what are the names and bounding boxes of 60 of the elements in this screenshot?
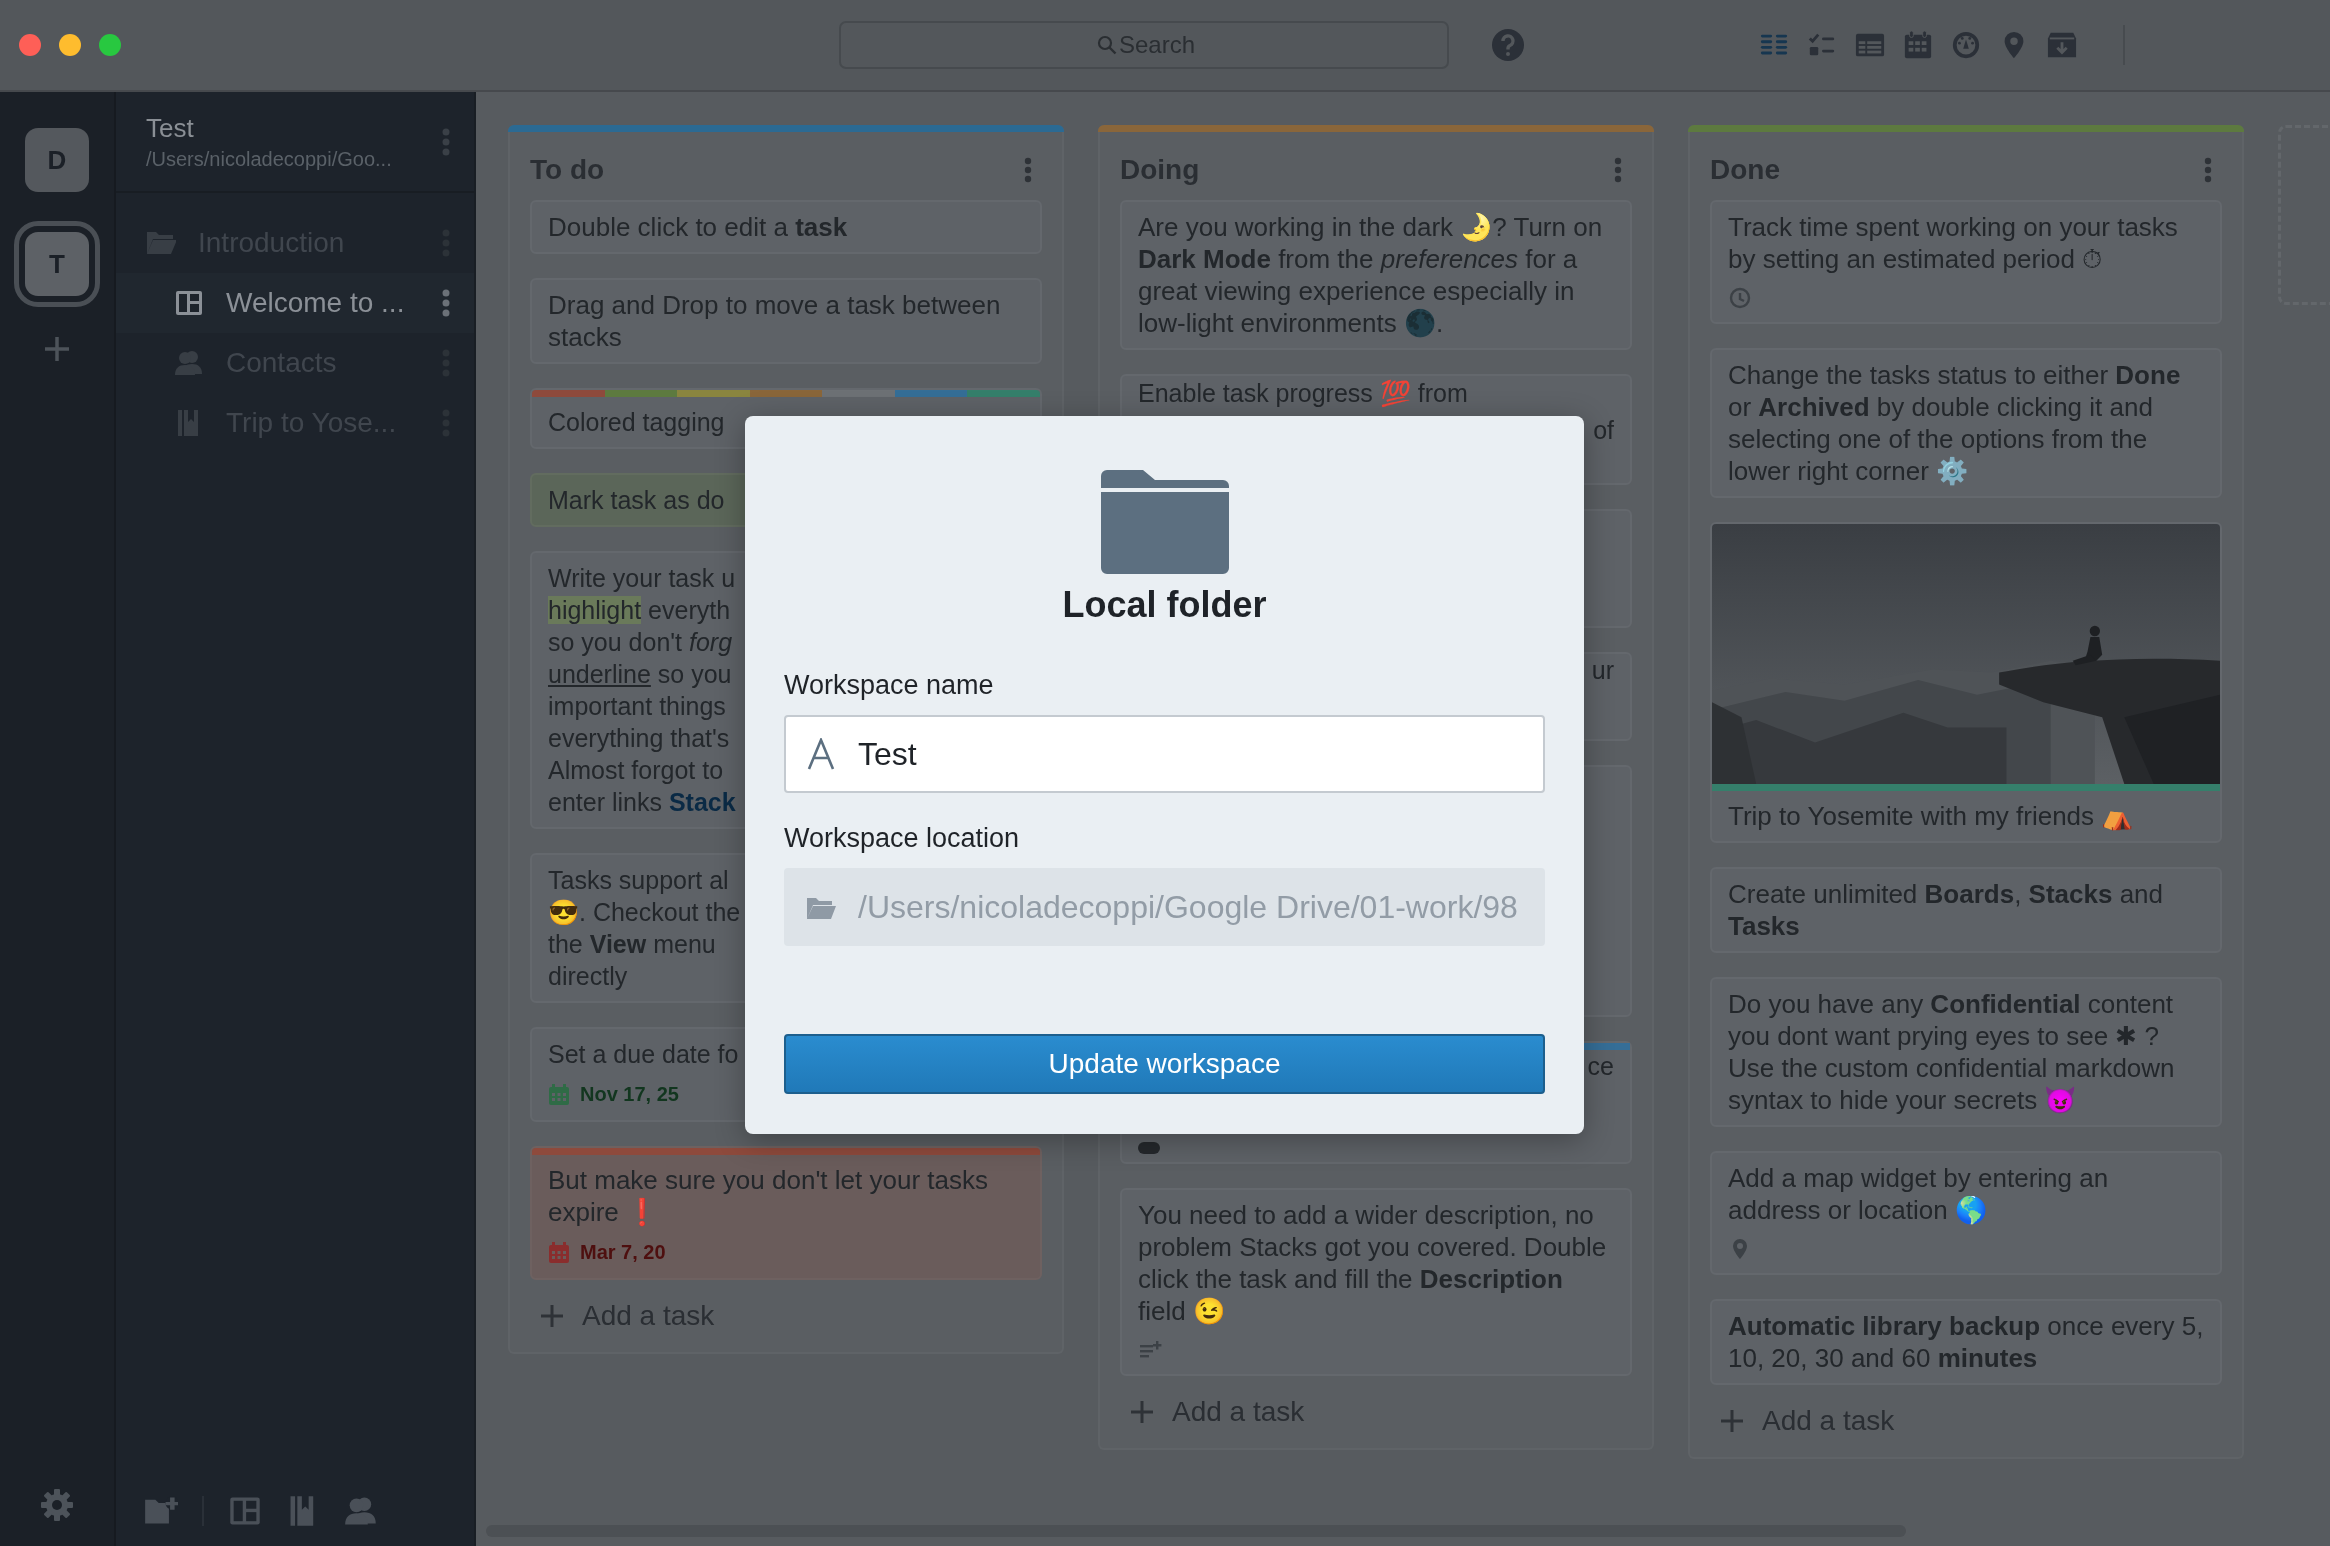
board-icon	[174, 288, 204, 318]
calendar-icon	[548, 1241, 570, 1264]
task-text: Mark task as do	[547, 485, 726, 516]
help-icon[interactable]	[1491, 28, 1525, 62]
plus-icon	[1130, 1400, 1154, 1424]
workspace-path: /Users/nicoladecoppi/Goo...	[146, 147, 393, 171]
task-card[interactable]: Trip to Yosemite with my friends ⛺	[1710, 522, 2222, 843]
new-contacts-icon[interactable]	[344, 1494, 378, 1528]
task-text: Set a due date fo	[547, 1039, 740, 1070]
add-workspace-icon[interactable]	[44, 336, 70, 362]
task-text: of	[1592, 415, 1615, 446]
more-icon[interactable]	[2204, 156, 2212, 184]
calendar-icon	[548, 1083, 570, 1106]
task-card[interactable]: Add a map widget by entering an address or location 🌎	[1710, 1151, 2222, 1275]
dialog-title: Local folder	[1062, 584, 1267, 626]
zoom-window-button[interactable]	[99, 34, 121, 56]
clock-icon	[1728, 286, 1752, 310]
plus-icon	[540, 1304, 564, 1328]
task-text: Enable task progress 💯 from	[1137, 378, 1469, 409]
task-card[interactable]: Automatic library backup once every 5, 10, 20, 30 and 60 minutes	[1710, 1299, 2222, 1385]
text-icon	[806, 738, 836, 770]
task-text: ur	[1590, 655, 1615, 686]
search-icon	[1097, 35, 1117, 55]
task-card[interactable]: Change the tasks status to either Done or Archived by double clicking it and selecting one of the options from the lower right corner ⚙	[1710, 348, 2222, 498]
minimize-window-button[interactable]	[59, 34, 81, 56]
folder-icon	[1100, 470, 1229, 574]
task-text: You need to add a wider description, no problem Stacks got you covered. Double click the task and fill the Description field 😉	[1137, 1199, 1608, 1328]
workspace-button[interactable]: D	[25, 128, 89, 192]
input-field[interactable]: Test	[784, 715, 1545, 793]
plus-icon	[1720, 1409, 1744, 1433]
sidebar-item[interactable]: Welcome to ...	[116, 273, 474, 333]
task-card[interactable]: Do you have any Confidential content you dont want prying eyes to see ✱ ? Use the custom confidential markdown syntax to hide your secrets 😈	[1710, 977, 2222, 1127]
update-workspace-button[interactable]: Update workspace	[784, 1034, 1545, 1094]
more-icon[interactable]	[442, 289, 450, 317]
more-icon[interactable]	[1614, 156, 1622, 184]
task-text: Add a map widget by entering an address or location 🌎	[1727, 1162, 2110, 1227]
task-text: ce	[1586, 1051, 1615, 1082]
task-card[interactable]: Double click to edit a task	[530, 200, 1042, 254]
task-text: Colored tagging	[547, 407, 726, 438]
task-card[interactable]: Are you working in the dark 🌛? Turn on Dark Mode from the preferences for a great viewing experience especially in low-light environments 🌑.	[1120, 200, 1632, 350]
field-label: Workspace name	[784, 670, 994, 701]
settings-icon[interactable]	[40, 1488, 74, 1522]
more-icon[interactable]	[1024, 156, 1032, 184]
close-window-button[interactable]	[19, 34, 41, 56]
task-card[interactable]: You need to add a wider description, no problem Stacks got you covered. Double click the task and fill the Description field 😉	[1120, 1188, 1632, 1376]
workspace-title: Test	[146, 112, 195, 144]
task-text: Track time spent working on your tasks by setting an estimated period ⏱	[1727, 211, 2179, 276]
task-text: Tasks support al 😎. Checkout the the View menu directly	[547, 865, 742, 992]
task-card[interactable]: But make sure you don't let your tasks expire ❗ Mar 7, 20	[530, 1146, 1042, 1280]
task-text: Trip to Yosemite with my friends ⛺	[1727, 800, 2135, 833]
due-date: Nov 17, 25	[580, 1083, 679, 1106]
due-date: Mar 7, 20	[580, 1241, 666, 1264]
contacts-icon	[174, 348, 204, 378]
field-label: Workspace location	[784, 823, 1020, 854]
new-board-icon[interactable]	[228, 1494, 262, 1528]
more-icon[interactable]	[442, 127, 450, 156]
task-text: But make sure you don't let your tasks expire ❗	[547, 1164, 989, 1229]
task-card[interactable]: Drag and Drop to move a task between stacks	[530, 278, 1042, 364]
task-card[interactable]: Track time spent working on your tasks by setting an estimated period ⏱	[1710, 200, 2222, 324]
task-card[interactable]: Create unlimited Boards, Stacks and Tasks	[1710, 867, 2222, 953]
